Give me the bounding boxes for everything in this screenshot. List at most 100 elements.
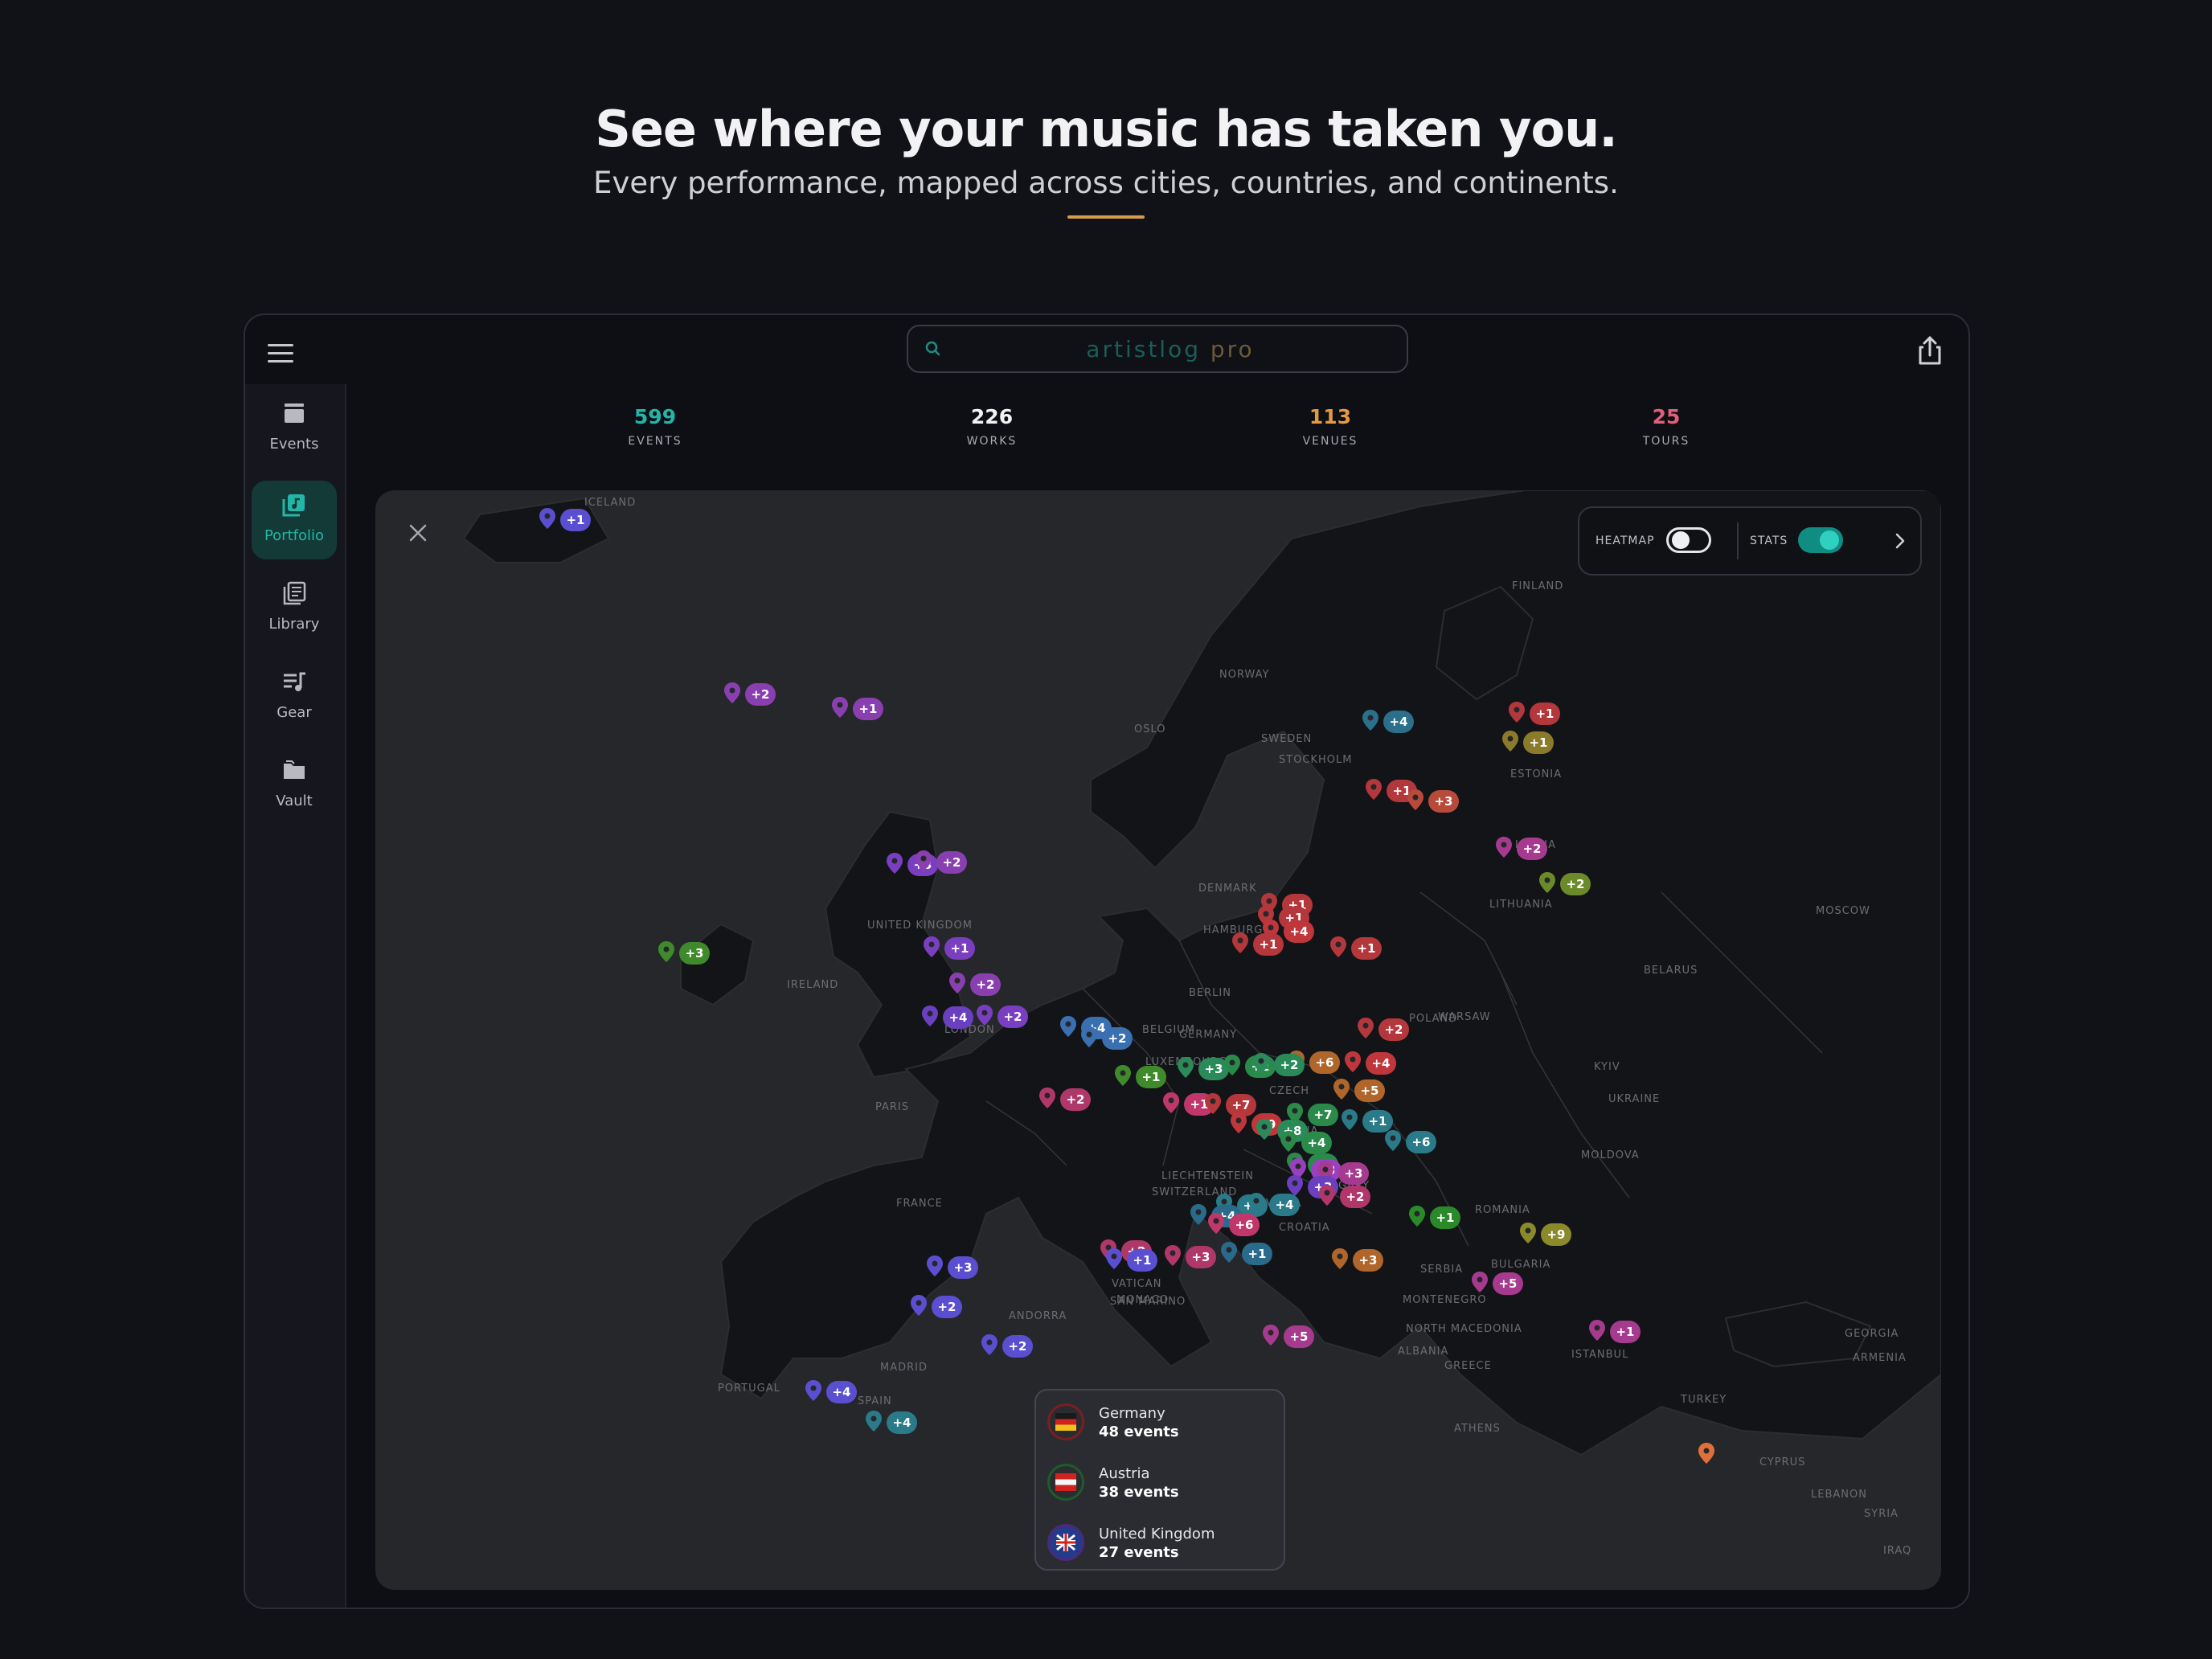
map-pin-icon[interactable] <box>910 1294 928 1317</box>
map-pin-icon[interactable] <box>948 972 966 994</box>
stat-venues[interactable]: 113 VENUES <box>1250 405 1411 448</box>
map-pin-icon[interactable] <box>1331 1247 1349 1270</box>
map-pin-icon[interactable] <box>1318 1184 1336 1206</box>
cluster-badge[interactable]: +1 <box>1242 1243 1272 1265</box>
legend-row[interactable]: Germany 48 events <box>1046 1399 1279 1447</box>
map-pin-icon[interactable] <box>1365 778 1382 801</box>
cluster-badge[interactable]: +1 <box>1253 933 1284 956</box>
map-pin-icon[interactable] <box>981 1333 998 1356</box>
map-pin-icon[interactable] <box>1190 1203 1207 1226</box>
map-pin-icon[interactable] <box>1177 1056 1194 1079</box>
stat-events[interactable]: 599 EVENTS <box>575 405 735 448</box>
cluster-badge[interactable]: +4 <box>943 1006 973 1029</box>
cluster-badge[interactable]: +2 <box>1102 1027 1133 1050</box>
cluster-badge[interactable]: +2 <box>936 851 967 874</box>
map-pin-icon[interactable] <box>1538 871 1556 894</box>
map-pin-icon[interactable] <box>723 682 741 704</box>
map-pin-icon[interactable] <box>923 936 940 958</box>
cluster-badge[interactable]: +1 <box>1610 1321 1641 1343</box>
cluster-badge[interactable]: +3 <box>1353 1249 1383 1272</box>
cluster-badge[interactable]: +2 <box>970 973 1001 996</box>
map-pin-icon[interactable] <box>1247 1192 1265 1215</box>
map-pin-icon[interactable] <box>1501 730 1519 752</box>
cluster-badge[interactable]: +2 <box>1378 1018 1409 1041</box>
map-pin-icon[interactable] <box>1384 1129 1402 1152</box>
cluster-badge[interactable]: +3 <box>679 942 710 965</box>
cluster-badge[interactable]: +2 <box>1002 1335 1033 1358</box>
cluster-badge[interactable]: +6 <box>1309 1051 1340 1074</box>
cluster-badge[interactable]: +4 <box>1383 711 1414 733</box>
cluster-badge[interactable]: +1 <box>1351 937 1382 960</box>
legend-row[interactable]: United Kingdom 27 events <box>1046 1519 1279 1567</box>
cluster-badge[interactable]: +1 <box>1136 1066 1166 1088</box>
map-pin-icon[interactable] <box>1114 1064 1132 1087</box>
map-pin-icon[interactable] <box>1588 1319 1606 1342</box>
map-pin-icon[interactable] <box>1256 1118 1273 1141</box>
map-pin-icon[interactable] <box>1262 1324 1280 1346</box>
cluster-badge[interactable]: +1 <box>853 698 883 720</box>
cluster-badge[interactable]: +3 <box>1338 1162 1369 1185</box>
cluster-badge[interactable]: +1 <box>560 509 591 531</box>
sidebar-item-vault[interactable]: Vault <box>252 746 337 825</box>
map-pin-icon[interactable] <box>1329 936 1347 958</box>
cluster-badge[interactable]: +5 <box>1493 1272 1523 1295</box>
map-pin-icon[interactable] <box>1105 1247 1123 1270</box>
map-pin-icon[interactable] <box>921 1005 939 1027</box>
map-pin-icon[interactable] <box>1471 1271 1489 1293</box>
cluster-badge[interactable]: +1 <box>1127 1249 1157 1272</box>
sidebar-item-portfolio[interactable]: Portfolio <box>252 481 337 559</box>
stat-works[interactable]: 226 WORKS <box>911 405 1072 448</box>
search-bar[interactable]: artistlog pro <box>907 325 1408 373</box>
close-icon[interactable] <box>406 521 430 545</box>
map-pin-icon[interactable] <box>1080 1026 1098 1048</box>
cluster-badge[interactable]: +6 <box>1406 1131 1436 1153</box>
cluster-badge[interactable]: +3 <box>948 1256 978 1279</box>
cluster-badge[interactable]: +4 <box>887 1411 917 1434</box>
map-pin-icon[interactable] <box>1223 1054 1241 1076</box>
share-icon[interactable] <box>1911 331 1949 370</box>
map-pin-icon[interactable] <box>1038 1087 1056 1109</box>
map-pin-icon[interactable] <box>1344 1051 1362 1073</box>
cluster-badge[interactable]: +1 <box>1530 703 1560 725</box>
map-pin-icon[interactable] <box>1508 701 1526 723</box>
cluster-badge[interactable]: +4 <box>1301 1132 1332 1154</box>
cluster-badge[interactable]: +7 <box>1308 1104 1338 1126</box>
map-pin-icon[interactable] <box>1495 836 1513 858</box>
map-pin-icon[interactable] <box>1230 1112 1247 1134</box>
map-pin-icon[interactable] <box>915 850 932 872</box>
map-pin-icon[interactable] <box>1408 1205 1426 1227</box>
cluster-badge[interactable]: +2 <box>745 683 776 706</box>
cluster-badge[interactable]: +5 <box>1284 1325 1314 1348</box>
legend-row[interactable]: Austria 38 events <box>1046 1459 1279 1507</box>
sidebar-item-events[interactable]: Events <box>252 389 337 468</box>
cluster-badge[interactable]: +1 <box>1430 1206 1460 1229</box>
stats-toggle[interactable] <box>1798 527 1843 553</box>
map-pin-icon[interactable] <box>1164 1244 1182 1267</box>
europe-map[interactable]: ICELANDNORWAYSWEDENFINLANDESTONIALATVIAL… <box>375 490 1941 1590</box>
map-pin-icon[interactable] <box>976 1004 993 1026</box>
cluster-badge[interactable]: +4 <box>1284 920 1314 943</box>
sidebar-item-library[interactable]: Library <box>252 569 337 648</box>
cluster-badge[interactable]: +2 <box>1560 873 1591 895</box>
cluster-badge[interactable]: +4 <box>1269 1194 1300 1216</box>
map-pin-icon[interactable] <box>865 1410 883 1432</box>
map-pin-icon[interactable] <box>1162 1092 1180 1114</box>
map-pin-icon[interactable] <box>886 852 903 875</box>
cluster-badge[interactable]: +4 <box>1366 1052 1396 1075</box>
cluster-badge[interactable]: +6 <box>1229 1214 1260 1236</box>
map-pin-icon[interactable] <box>1407 789 1424 811</box>
map-pin-icon[interactable] <box>1059 1015 1077 1038</box>
map-pin-icon[interactable] <box>1207 1212 1225 1235</box>
heatmap-toggle[interactable] <box>1666 527 1711 553</box>
cluster-badge[interactable]: +1 <box>1523 731 1554 754</box>
map-pin-icon[interactable] <box>1286 1102 1304 1124</box>
cluster-badge[interactable]: +2 <box>932 1296 962 1318</box>
map-pin-icon[interactable] <box>1204 1092 1222 1115</box>
map-pin-icon[interactable] <box>1698 1442 1715 1464</box>
hamburger-icon[interactable] <box>264 338 297 370</box>
cluster-badge[interactable]: +9 <box>1541 1223 1571 1246</box>
map-pin-icon[interactable] <box>1357 1017 1374 1039</box>
cluster-badge[interactable]: +1 <box>944 937 975 960</box>
map-pin-icon[interactable] <box>657 940 675 963</box>
cluster-badge[interactable]: +4 <box>826 1381 857 1403</box>
